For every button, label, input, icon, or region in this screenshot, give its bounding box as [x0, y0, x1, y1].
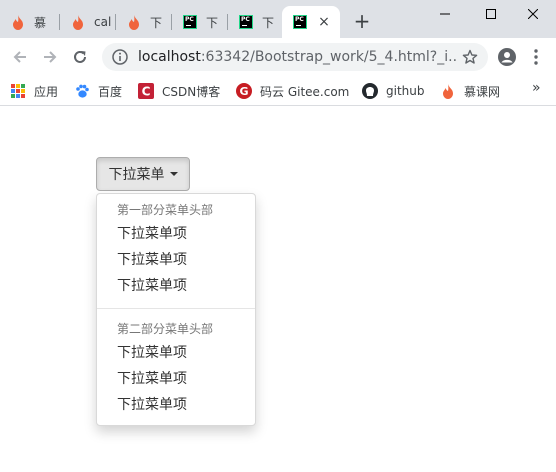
browser-tab-1[interactable]: 慕 — [0, 6, 60, 38]
bookmark-label: github — [386, 84, 425, 98]
dropdown-item[interactable]: 下拉菜单项 — [97, 247, 255, 273]
bookmark-label: 应用 — [34, 84, 59, 99]
bookmark-baidu[interactable]: 百度 — [74, 81, 122, 101]
dropdown-item[interactable]: 下拉菜单项 — [97, 392, 255, 418]
dropdown-item[interactable]: 下拉菜单项 — [97, 340, 255, 366]
flame-icon — [126, 14, 142, 30]
dropdown-header: 第一部分菜单头部 — [117, 203, 214, 217]
arrow-right-icon — [44, 51, 57, 63]
minimize-button[interactable] — [422, 0, 468, 28]
profile-avatar-icon[interactable] — [498, 48, 516, 66]
tab-title: 慕 — [34, 15, 47, 30]
reload-icon — [74, 50, 86, 63]
address-bar[interactable]: localhost:63342/Bootstrap_work/5_4.html?… — [102, 43, 488, 71]
url-path: :63342/Bootstrap_work/5_4.html?_i... — [200, 49, 458, 65]
flame-icon — [70, 14, 86, 30]
maximize-icon — [486, 9, 496, 19]
flame-icon — [440, 83, 456, 99]
caret-down-icon — [169, 172, 178, 176]
bookmarks-overflow-button[interactable]: » — [532, 80, 541, 96]
bookmark-csdn[interactable]: C CSDN博客 — [138, 81, 220, 101]
more-options-icon[interactable] — [528, 48, 544, 66]
tab-title: 下 — [206, 15, 219, 30]
bookmark-gitee[interactable]: G 码云 Gitee.com — [236, 81, 349, 101]
browser-tab-4[interactable]: 下 — [172, 6, 228, 38]
pycharm-icon — [182, 14, 198, 30]
close-icon — [528, 9, 538, 19]
minimize-icon — [440, 13, 450, 15]
bookmark-label: 码云 Gitee.com — [260, 84, 350, 99]
window-close-button[interactable] — [510, 0, 556, 28]
back-button[interactable] — [10, 47, 30, 67]
arrow-left-icon — [13, 51, 26, 63]
forward-button[interactable] — [40, 47, 60, 67]
apps-grid-icon — [10, 83, 26, 99]
url-host: localhost — [138, 49, 201, 65]
dropdown-item[interactable]: 下拉菜单项 — [97, 221, 255, 247]
baidu-paw-icon — [74, 83, 90, 99]
page-content: 下拉菜单 第一部分菜单头部 下拉菜单项 下拉菜单项 下拉菜单项 第二部分菜单头部… — [0, 107, 556, 472]
dropdown-toggle-button[interactable]: 下拉菜单 — [96, 157, 190, 191]
bookmark-star-icon[interactable] — [462, 49, 478, 65]
url-text: localhost:63342/Bootstrap_work/5_4.html?… — [138, 49, 458, 65]
bookmark-apps[interactable]: 应用 — [10, 81, 58, 101]
pycharm-icon — [292, 14, 308, 30]
browser-tab-5[interactable]: 下 — [228, 6, 284, 38]
bookmarks-bar: 应用 百度 C CSDN博客 G 码云 Gitee.com github 慕课网 — [0, 76, 556, 106]
pycharm-icon — [238, 14, 254, 30]
bookmark-label: CSDN博客 — [162, 84, 221, 99]
svg-text:C: C — [142, 85, 151, 99]
tab-title: 下 — [262, 15, 275, 30]
bookmark-github[interactable]: github — [362, 81, 424, 101]
tab-strip: 慕 cal 下 下 下 × + — [0, 0, 556, 38]
dropdown-header: 第二部分菜单头部 — [117, 322, 214, 336]
tab-title: 下 — [150, 15, 163, 30]
dropdown-menu: 第一部分菜单头部 下拉菜单项 下拉菜单项 下拉菜单项 第二部分菜单头部 下拉菜单… — [96, 193, 256, 426]
csdn-icon: C — [138, 83, 154, 99]
gitee-icon: G — [236, 83, 252, 99]
info-icon[interactable] — [112, 49, 128, 65]
bookmark-label: 百度 — [98, 84, 123, 99]
browser-toolbar: localhost:63342/Bootstrap_work/5_4.html?… — [0, 38, 556, 76]
new-tab-button[interactable]: + — [352, 11, 372, 32]
dropdown-divider — [97, 308, 255, 309]
github-icon — [362, 83, 378, 99]
bookmark-imooc[interactable]: 慕课网 — [440, 81, 500, 101]
browser-tab-active[interactable]: × — [282, 6, 340, 38]
flame-icon — [10, 14, 26, 30]
maximize-button[interactable] — [468, 0, 514, 28]
tab-title: cal — [94, 15, 112, 29]
browser-tab-2[interactable]: cal — [60, 6, 116, 38]
dropdown-item[interactable]: 下拉菜单项 — [97, 273, 255, 299]
svg-text:G: G — [239, 85, 248, 98]
tab-close-icon[interactable]: × — [316, 14, 332, 30]
dropdown-item[interactable]: 下拉菜单项 — [97, 366, 255, 392]
reload-button[interactable] — [70, 47, 90, 67]
browser-tab-3[interactable]: 下 — [116, 6, 172, 38]
dropdown-button-label: 下拉菜单 — [108, 166, 165, 182]
bookmark-label: 慕课网 — [464, 84, 501, 99]
